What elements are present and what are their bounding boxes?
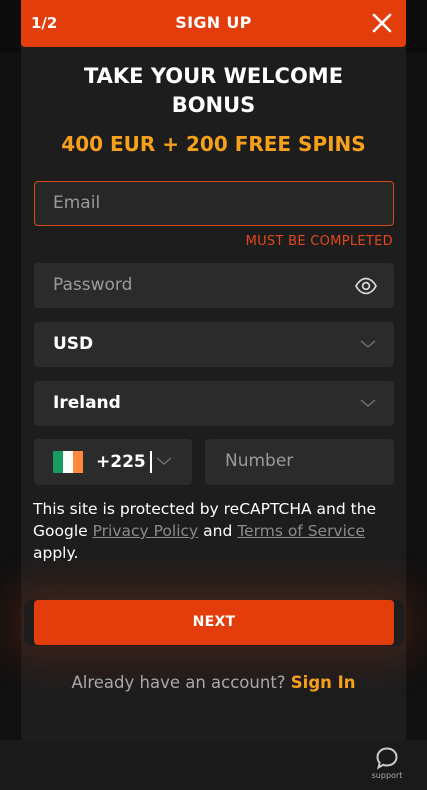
next-button[interactable]: NEXT — [34, 600, 394, 645]
chevron-down-icon — [156, 457, 172, 465]
show-password-button[interactable] — [354, 274, 378, 298]
close-icon — [372, 13, 392, 33]
bonus-offer: 400 EUR + 200 FREE SPINS — [61, 132, 366, 156]
password-placeholder: Password — [53, 275, 133, 295]
password-field[interactable]: Password — [34, 263, 394, 308]
ireland-flag-icon — [53, 451, 83, 473]
phone-number-field[interactable]: Number — [205, 439, 394, 485]
country-select[interactable]: Ireland — [34, 381, 394, 426]
privacy-policy-link[interactable]: Privacy Policy — [93, 522, 199, 540]
headline-line-1: TAKE YOUR WELCOME — [83, 64, 344, 88]
email-field[interactable]: Email — [34, 181, 394, 226]
modal-title: SIGN UP — [175, 13, 252, 32]
legal-middle: and — [198, 522, 238, 540]
legal-suffix: apply. — [33, 544, 79, 562]
phone-code-value: +225 — [96, 452, 146, 472]
email-error-message: MUST BE COMPLETED — [245, 234, 393, 249]
support-button[interactable]: support — [362, 744, 412, 784]
phone-code-select[interactable]: +225 — [34, 439, 192, 485]
email-placeholder: Email — [53, 193, 101, 213]
chevron-down-icon — [360, 399, 376, 407]
chevron-down-icon — [360, 340, 376, 348]
modal-header: 1/2 SIGN UP — [21, 0, 406, 47]
eye-icon — [355, 277, 377, 295]
terms-of-service-link[interactable]: Terms of Service — [237, 522, 365, 540]
currency-value: USD — [53, 334, 94, 354]
currency-select[interactable]: USD — [34, 322, 394, 367]
chat-bubble-icon — [376, 747, 398, 770]
welcome-headline: TAKE YOUR WELCOME BONUS — [21, 62, 406, 120]
account-prompt: Already have an account? — [71, 673, 286, 692]
recaptcha-notice: This site is protected by reCAPTCHA and … — [33, 498, 398, 564]
close-button[interactable] — [370, 11, 394, 35]
support-label: support — [371, 771, 403, 780]
signin-prompt: Already have an account? Sign In — [21, 673, 406, 692]
text-cursor — [150, 451, 152, 473]
sign-in-link[interactable]: Sign In — [291, 673, 356, 692]
country-value: Ireland — [53, 393, 121, 413]
signup-modal: 1/2 SIGN UP TAKE YOUR WELCOME BONUS 400 … — [21, 0, 406, 741]
phone-number-placeholder: Number — [225, 451, 294, 471]
headline-line-2: BONUS — [171, 93, 256, 117]
